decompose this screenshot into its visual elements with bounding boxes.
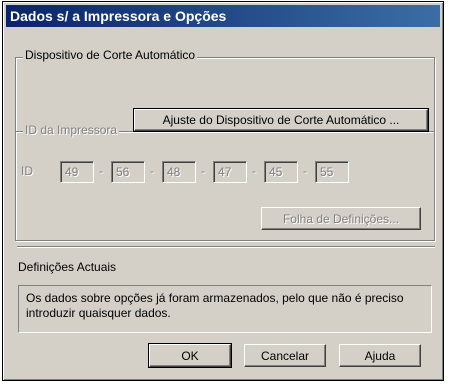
- current-settings-message: Os dados sobre opções já foram armazenad…: [18, 285, 432, 333]
- id-field-3[interactable]: 48: [162, 161, 196, 183]
- id-field-5[interactable]: 45: [264, 161, 298, 183]
- current-settings-heading: Definições Actuais: [18, 260, 117, 274]
- id-separator: -: [303, 164, 307, 178]
- dialog-title: Dados s/ a Impressora e Opções: [6, 5, 440, 27]
- id-field-6[interactable]: 55: [315, 161, 349, 183]
- ok-button[interactable]: OK: [148, 343, 232, 368]
- id-label: ID: [21, 164, 33, 178]
- cancel-button[interactable]: Cancelar: [244, 344, 326, 367]
- printer-options-dialog: Dados s/ a Impressora e Opções Dispositi…: [2, 1, 444, 381]
- id-field-4[interactable]: 47: [213, 161, 247, 183]
- printer-id-group-legend: ID da Impressora: [23, 123, 120, 137]
- cutter-group-legend: Dispositivo de Corte Automático: [23, 48, 198, 62]
- id-separator: -: [150, 164, 154, 178]
- id-separator: -: [252, 164, 256, 178]
- id-field-1[interactable]: 49: [60, 161, 94, 183]
- settings-sheet-button[interactable]: Folha de Definições...: [261, 207, 421, 230]
- id-separator: -: [99, 164, 103, 178]
- auto-cutter-settings-button[interactable]: Ajuste do Dispositivo de Corte Automátic…: [133, 108, 429, 132]
- id-field-2[interactable]: 56: [111, 161, 145, 183]
- id-separator: -: [201, 164, 205, 178]
- section-divider: [17, 246, 435, 248]
- help-button[interactable]: Ajuda: [339, 344, 421, 367]
